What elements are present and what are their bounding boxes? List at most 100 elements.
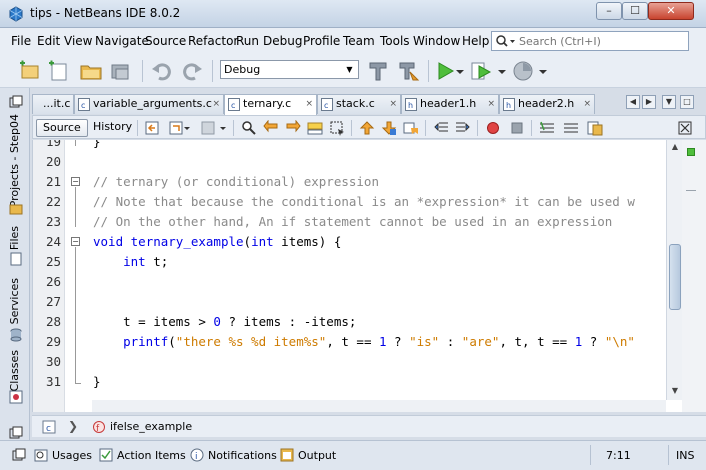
last-edit-icon[interactable] <box>145 120 161 136</box>
usages-tab[interactable]: Usages <box>52 449 92 462</box>
code-line[interactable]: // Note that because the conditional is … <box>93 192 635 212</box>
tab-stack[interactable]: c stack.c × <box>317 94 401 114</box>
undo-icon[interactable] <box>150 60 174 82</box>
chevron-down-icon[interactable] <box>219 120 227 136</box>
menu-edit[interactable]: Edit <box>37 34 60 48</box>
code-editor[interactable]: 19 20 21 22 23 24 25 26 27 28 29 30 31 −… <box>32 140 706 412</box>
close-project-icon[interactable] <box>109 60 133 82</box>
code-line[interactable]: t = items > 0 ? items : -items; <box>93 312 356 332</box>
search-input[interactable] <box>519 33 685 49</box>
menu-help[interactable]: Help <box>462 34 489 48</box>
find-next-icon[interactable] <box>285 120 301 136</box>
shift-line-right-icon[interactable] <box>455 120 471 136</box>
scroll-down-icon[interactable]: ▼ <box>668 384 682 398</box>
stop-macro-recording-icon[interactable] <box>509 120 525 136</box>
next-bookmark-icon[interactable] <box>381 120 397 136</box>
maximize-button[interactable]: ☐ <box>622 2 648 20</box>
menu-debug[interactable]: Debug <box>263 34 302 48</box>
close-tab-icon[interactable]: × <box>583 95 591 113</box>
menu-view[interactable]: View <box>64 34 92 48</box>
restore-panel-icon[interactable] <box>9 95 23 109</box>
toggle-bookmark-icon[interactable] <box>403 120 419 136</box>
restore-panel-icon[interactable] <box>12 448 26 462</box>
close-tab-icon[interactable]: × <box>487 95 495 113</box>
files-icon[interactable] <box>9 252 23 266</box>
breadcrumb-function[interactable]: ifelse_example <box>110 420 192 433</box>
action-items-icon[interactable] <box>99 448 113 462</box>
tab-projects[interactable]: Projects - Step04 <box>8 114 21 207</box>
vertical-scrollbar[interactable]: ▲ ▼ <box>666 140 682 400</box>
menu-run[interactable]: Run <box>236 34 259 48</box>
profile-dropdown-icon[interactable] <box>537 60 549 82</box>
scroll-up-icon[interactable]: ▲ <box>668 140 682 154</box>
comment-icon[interactable] <box>539 120 555 136</box>
search-icon[interactable] <box>495 34 517 49</box>
close-tab-icon[interactable]: × <box>389 95 397 113</box>
new-project-icon[interactable] <box>18 60 42 82</box>
horizontal-scrollbar[interactable] <box>92 400 666 412</box>
c-file-icon[interactable]: c <box>42 420 56 434</box>
fold-collapse-icon[interactable]: − <box>71 237 80 246</box>
tab-files[interactable]: Files <box>8 226 21 250</box>
menu-navigate[interactable]: Navigate <box>95 34 149 48</box>
minimize-button[interactable]: – <box>596 2 622 20</box>
output-tab[interactable]: Output <box>298 449 336 462</box>
debug-icon[interactable] <box>470 60 494 82</box>
scrollbar-thumb[interactable] <box>669 244 681 310</box>
code-line[interactable]: void ternary_example(int items) { <box>93 232 341 252</box>
code-text-area[interactable]: } // ternary (or conditional) expression /… <box>93 140 667 412</box>
tab-ternary[interactable]: c ternary.c × <box>224 94 317 115</box>
chevron-down-icon[interactable] <box>183 120 191 136</box>
close-button[interactable]: ✕ <box>648 2 694 20</box>
tab-services[interactable]: Services <box>8 278 21 324</box>
start-macro-recording-icon[interactable] <box>485 120 501 136</box>
clean-build-icon[interactable] <box>396 60 420 82</box>
projects-icon[interactable] <box>9 202 23 216</box>
search-field[interactable] <box>491 31 689 51</box>
redo-icon[interactable] <box>180 60 204 82</box>
code-line[interactable]: // On the other hand, An if statement ca… <box>93 212 612 232</box>
tab-header1[interactable]: h header1.h × <box>401 94 499 114</box>
show-opened-documents-icon[interactable]: ▼ <box>662 95 676 109</box>
tab-header2[interactable]: h header2.h × <box>499 94 595 114</box>
menu-refactor[interactable]: Refactor <box>188 34 238 48</box>
toggle-rectangular-selection-icon[interactable] <box>329 120 345 136</box>
code-line[interactable]: } <box>93 140 101 152</box>
tab-variable-arguments[interactable]: c variable_arguments.c × <box>74 94 224 114</box>
code-line[interactable]: printf("there %s %d item%s", t == 1 ? "i… <box>93 332 635 352</box>
scroll-tabs-right-icon[interactable]: ▶ <box>642 95 656 109</box>
services-icon[interactable] <box>9 328 23 342</box>
code-line[interactable]: } <box>93 372 101 392</box>
chevron-down-icon[interactable]: ▼ <box>343 63 356 76</box>
maximize-editor-icon[interactable]: □ <box>680 95 694 109</box>
shift-line-left-icon[interactable] <box>433 120 449 136</box>
menu-source[interactable]: Source <box>145 34 186 48</box>
menu-profile[interactable]: Profile <box>303 34 340 48</box>
menu-file[interactable]: File <box>11 34 31 48</box>
notifications-tab[interactable]: Notifications <box>208 449 277 462</box>
previous-bookmark-icon[interactable] <box>359 120 375 136</box>
profile-icon[interactable] <box>511 60 535 82</box>
code-line[interactable]: int t; <box>93 252 168 272</box>
run-dropdown-icon[interactable] <box>454 60 466 82</box>
find-selection-icon[interactable] <box>241 120 257 136</box>
tab-editor-file[interactable]: ...it.c <box>32 94 74 114</box>
split-editor-icon[interactable] <box>677 120 693 136</box>
diff-icon[interactable] <box>587 120 603 136</box>
forward-icon[interactable] <box>201 120 217 136</box>
toggle-highlight-search-icon[interactable] <box>307 120 323 136</box>
fold-collapse-icon[interactable]: − <box>71 177 80 186</box>
code-line[interactable]: // ternary (or conditional) expression <box>93 172 379 192</box>
new-file-icon[interactable] <box>47 60 71 82</box>
open-project-icon[interactable] <box>79 60 103 82</box>
close-tab-icon[interactable]: × <box>305 95 313 113</box>
history-view-button[interactable]: History <box>87 119 138 137</box>
menu-tools[interactable]: Tools <box>380 34 410 48</box>
find-previous-icon[interactable] <box>263 120 279 136</box>
menu-window[interactable]: Window <box>413 34 460 48</box>
source-view-button[interactable]: Source <box>36 119 88 137</box>
tab-classes[interactable]: Classes <box>8 350 21 391</box>
configuration-select[interactable]: Debug ▼ <box>220 60 359 79</box>
close-tab-icon[interactable]: × <box>212 95 220 113</box>
uncomment-icon[interactable] <box>563 120 579 136</box>
